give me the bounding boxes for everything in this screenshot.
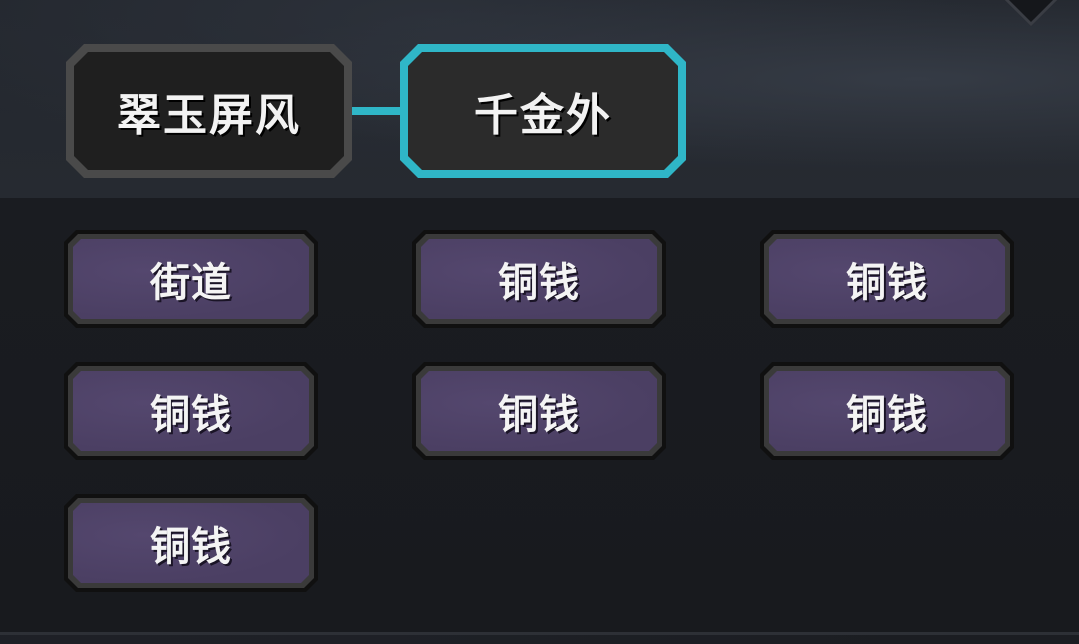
item-slot-copper-coin[interactable]: 铜钱 — [760, 362, 1014, 460]
tier-tab-jade-screen[interactable]: 翠玉屏风 — [66, 44, 352, 178]
item-slot-label: 铜钱 — [150, 391, 232, 438]
tier-tab-qianjinwai[interactable]: 千金外 — [400, 44, 686, 178]
game-screen: 翠玉屏风 千金外 街道 铜钱 铜钱 铜钱 铜钱 铜钱 铜钱 — [0, 0, 1079, 644]
item-slot-copper-coin[interactable]: 铜钱 — [412, 362, 666, 460]
tier-tab-label: 翠玉屏风 — [117, 90, 301, 141]
item-slot-label: 街道 — [150, 259, 232, 306]
item-slot-label: 铜钱 — [846, 391, 928, 438]
item-slot-label: 铜钱 — [498, 259, 580, 306]
item-slot-copper-coin[interactable]: 铜钱 — [760, 230, 1014, 328]
item-slot-copper-coin[interactable]: 铜钱 — [64, 362, 318, 460]
item-slot-label: 铜钱 — [498, 391, 580, 438]
tier-connector — [352, 107, 400, 115]
tier-tab-label: 千金外 — [474, 90, 612, 141]
bottom-divider — [0, 632, 1079, 635]
item-slot-label: 铜钱 — [150, 523, 232, 570]
item-slot-street[interactable]: 街道 — [64, 230, 318, 328]
item-slot-copper-coin[interactable]: 铜钱 — [64, 494, 318, 592]
item-slot-label: 铜钱 — [846, 259, 928, 306]
item-slot-copper-coin[interactable]: 铜钱 — [412, 230, 666, 328]
